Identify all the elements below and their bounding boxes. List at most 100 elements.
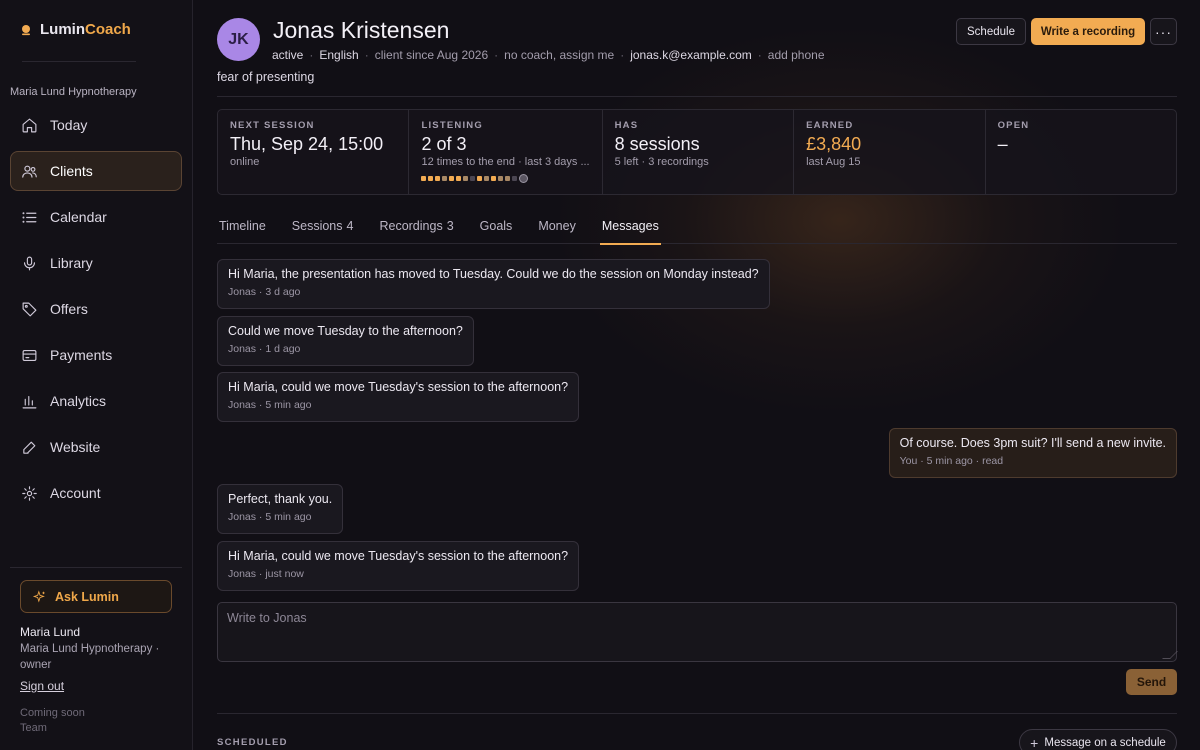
stat-label: HAS: [614, 120, 639, 131]
stat-value: Thu, Sep 24, 15:00: [230, 134, 384, 154]
stat-sub: 12 times to the end · last 3 days ...: [421, 156, 590, 168]
tab-label: Timeline: [219, 219, 266, 233]
sidebar-item-offers[interactable]: Offers: [10, 289, 182, 329]
tab-sessions[interactable]: Sessions 4: [290, 216, 356, 244]
meta-separator: ·: [620, 48, 625, 62]
sidebar-item-label: Library: [50, 255, 93, 271]
avatar: JK: [217, 18, 260, 61]
stat-open[interactable]: OPEN –: [986, 110, 1176, 194]
sidebar-nav: Today Clients Calendar Library Offers Pa…: [10, 105, 182, 519]
message-meta: Jonas · just now: [228, 568, 304, 580]
message-bubble-own: Of course. Does 3pm suit? I'll send a ne…: [888, 428, 1177, 478]
message-bubble: Hi Maria, could we move Tuesday's sessio…: [217, 541, 580, 591]
more-options-button[interactable]: ···: [1150, 18, 1177, 45]
tab-timeline[interactable]: Timeline: [217, 216, 268, 244]
sidebar-item-label: Payments: [50, 347, 113, 363]
brand-icon: [22, 24, 30, 35]
tab-goals[interactable]: Goals: [478, 216, 515, 244]
progress-dot: [491, 176, 497, 181]
tab-recordings[interactable]: Recordings 3: [377, 216, 455, 244]
stats-panel: NEXT SESSION Thu, Sep 24, 15:00 online L…: [217, 109, 1177, 195]
client-language[interactable]: English: [319, 48, 358, 62]
write-recording-button[interactable]: Write a recording: [1031, 18, 1145, 45]
gear-icon: [22, 485, 37, 501]
client-concern: fear of presenting: [217, 70, 315, 84]
message-input[interactable]: [217, 602, 1177, 662]
coming-soon: Coming soon Team: [20, 706, 85, 736]
message-meta: Jonas · 5 min ago: [228, 511, 312, 523]
client-status[interactable]: active: [272, 48, 303, 62]
list-icon: [22, 211, 37, 223]
edit-icon: [23, 441, 36, 454]
message-text: Hi Maria, could we move Tuesday's sessio…: [228, 380, 569, 394]
stat-next-session[interactable]: NEXT SESSION Thu, Sep 24, 15:00 online: [218, 110, 410, 194]
scheduled-heading: SCHEDULED: [217, 737, 288, 748]
message-on-schedule-button[interactable]: + Message on a schedule: [1019, 729, 1177, 750]
progress-dot: [477, 176, 483, 181]
sidebar-item-calendar[interactable]: Calendar: [10, 197, 182, 237]
sidebar-item-payments[interactable]: Payments: [10, 335, 182, 375]
org-name: Maria Lund Hypnotherapy: [10, 86, 137, 98]
message-meta: Jonas · 3 d ago: [228, 286, 301, 298]
progress-dot: [428, 176, 434, 181]
progress-dot: [470, 176, 476, 181]
stat-sub: online: [230, 156, 260, 168]
sidebar-item-website[interactable]: Website: [10, 427, 182, 467]
sidebar-item-today[interactable]: Today: [10, 105, 182, 145]
client-email[interactable]: jonas.k@example.com: [630, 48, 752, 62]
message-bubble: Hi Maria, could we move Tuesday's sessio…: [217, 372, 580, 422]
users-icon: [22, 165, 37, 178]
brand-divider: [22, 61, 136, 62]
tab-messages[interactable]: Messages: [599, 216, 661, 245]
card-icon: [22, 349, 37, 361]
section-divider: [217, 713, 1177, 714]
bar-chart-icon: [22, 395, 37, 408]
client-since: client since Aug 2026: [374, 48, 489, 62]
tab-label: Goals: [479, 219, 513, 233]
sidebar-item-label: Clients: [50, 163, 93, 179]
assign-coach-link[interactable]: no coach, assign me: [504, 48, 614, 62]
sidebar-item-analytics[interactable]: Analytics: [10, 381, 182, 421]
sidebar-item-clients[interactable]: Clients: [10, 151, 182, 191]
progress-dot: [435, 176, 441, 181]
brand-logo[interactable]: LuminCoach: [20, 21, 131, 38]
add-phone-link[interactable]: add phone: [768, 48, 825, 62]
plus-icon: +: [1030, 734, 1039, 750]
meta-separator: ·: [494, 48, 499, 62]
progress-dot: [456, 176, 462, 181]
sidebar-item-label: Account: [50, 485, 101, 501]
progress-dot: [449, 176, 455, 181]
progress-dot: [484, 176, 490, 181]
message-text: Perfect, thank you.: [228, 492, 333, 506]
stat-value: –: [997, 134, 1008, 154]
stat-listening[interactable]: LISTENING 2 of 3 12 times to the end · l…: [409, 110, 603, 194]
microphone-icon: [23, 256, 36, 270]
stat-has[interactable]: HAS 8 sessions 5 left · 3 recordings: [603, 110, 795, 194]
message-meta: You · 5 min ago · read: [899, 455, 1004, 467]
schedule-button[interactable]: Schedule: [956, 18, 1026, 45]
tab-label: Money: [538, 219, 576, 233]
stat-label: OPEN: [997, 120, 1030, 131]
meta-separator: ·: [757, 48, 762, 62]
progress-dot: [442, 176, 448, 181]
ask-lumin-label: Ask Lumin: [55, 589, 119, 604]
sign-out-link[interactable]: Sign out: [20, 679, 64, 693]
tab-label: Messages: [601, 219, 659, 233]
client-meta: active · English · client since Aug 2026…: [272, 48, 825, 62]
message-meta: Jonas · 5 min ago: [228, 399, 312, 411]
progress-dot: [512, 176, 518, 181]
sidebar-item-account[interactable]: Account: [10, 473, 182, 513]
sidebar-item-label: Today: [50, 117, 88, 133]
ask-lumin-button[interactable]: Ask Lumin: [20, 580, 172, 613]
progress-dot: [498, 176, 504, 181]
tab-money[interactable]: Money: [536, 216, 578, 244]
brand-name-part1: Lumin: [40, 21, 85, 38]
sidebar-item-library[interactable]: Library: [10, 243, 182, 283]
listening-progress: [421, 174, 589, 183]
tab-bar: Timeline Sessions 4 Recordings 3 Goals Mon…: [217, 216, 1177, 245]
stat-sub: last Aug 15: [806, 156, 861, 168]
sidebar-item-label: Calendar: [50, 209, 107, 225]
sparkle-icon: [33, 589, 45, 602]
send-button[interactable]: Send: [1126, 669, 1177, 695]
stat-earned[interactable]: EARNED £3,840 last Aug 15: [794, 110, 986, 194]
